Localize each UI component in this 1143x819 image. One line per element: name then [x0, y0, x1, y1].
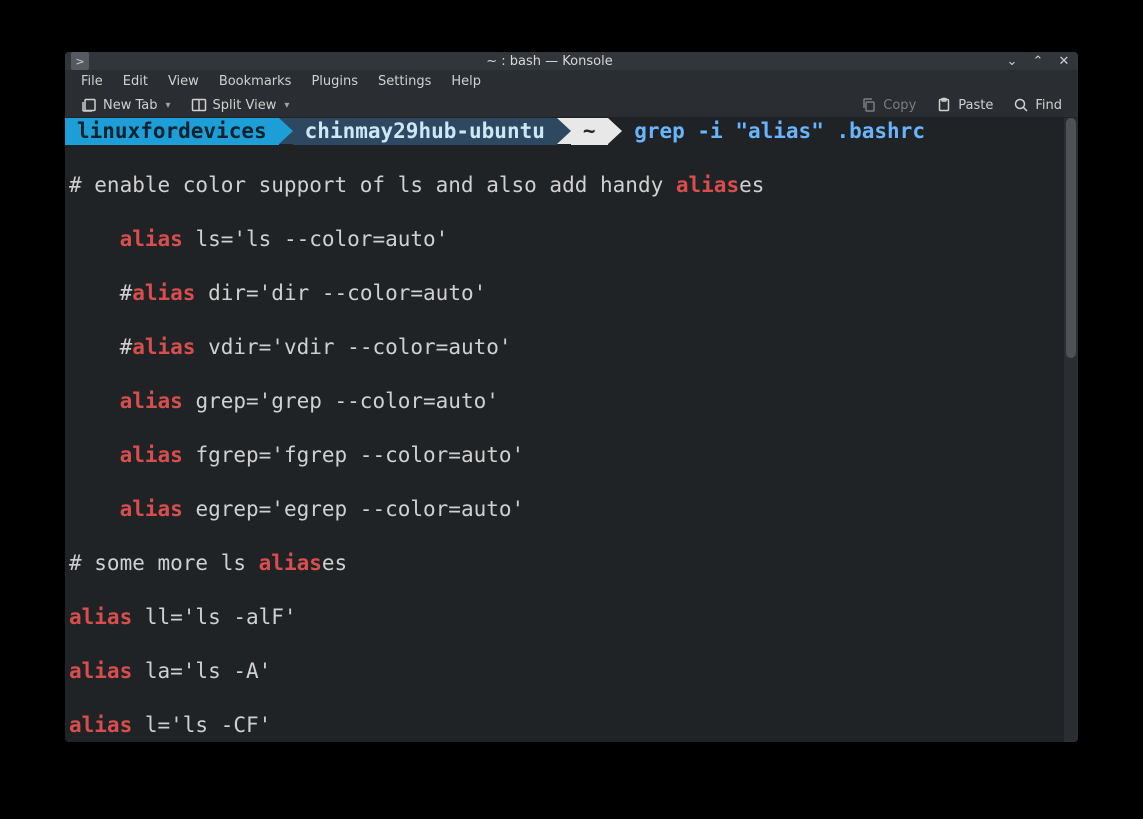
- menu-plugins[interactable]: Plugins: [301, 70, 368, 93]
- split-view-button[interactable]: Split View ▾: [183, 93, 298, 117]
- app-icon: >: [71, 52, 89, 70]
- terminal-area: linuxfordevices chinmay29hub-ubuntu ~ grep…: [65, 118, 1078, 742]
- output-text: l='ls -CF': [132, 713, 271, 737]
- grep-match: alias: [259, 551, 322, 575]
- output-text: la='ls -A': [132, 659, 271, 683]
- menu-settings[interactable]: Settings: [368, 70, 441, 93]
- prompt-host: chinmay29hub-ubuntu: [293, 118, 557, 145]
- grep-match: alias: [120, 389, 183, 413]
- minimize-button[interactable]: ⌄: [1004, 54, 1020, 69]
- grep-match: alias: [132, 281, 195, 305]
- command-text: grep -i "alias" .bashrc: [634, 119, 925, 143]
- menubar: File Edit View Bookmarks Plugins Setting…: [65, 70, 1078, 93]
- output-text: # some more ls: [69, 551, 259, 575]
- copy-button[interactable]: Copy: [853, 93, 924, 117]
- menu-file[interactable]: File: [71, 70, 113, 93]
- grep-match: alias: [120, 227, 183, 251]
- menu-edit[interactable]: Edit: [113, 70, 158, 93]
- output-text: [69, 227, 120, 251]
- search-icon: [1013, 97, 1029, 113]
- menu-view[interactable]: View: [158, 70, 209, 93]
- output-text: es: [322, 551, 347, 575]
- grep-match: alias: [120, 443, 183, 467]
- scrollbar[interactable]: [1064, 118, 1078, 742]
- copy-label: Copy: [883, 98, 916, 113]
- prompt-user: linuxfordevices: [65, 118, 279, 145]
- output-text: dir='dir --color=auto': [195, 281, 486, 305]
- window-controls: ⌄ ⌃ ✕: [1004, 54, 1072, 69]
- maximize-button[interactable]: ⌃: [1030, 54, 1046, 69]
- copy-icon: [861, 97, 877, 113]
- grep-match: alias: [132, 335, 195, 359]
- new-tab-icon: [81, 97, 97, 113]
- paste-icon: [936, 97, 952, 113]
- prompt: linuxfordevices chinmay29hub-ubuntu ~: [65, 118, 622, 145]
- menu-bookmarks[interactable]: Bookmarks: [209, 70, 302, 93]
- output-text: [69, 443, 120, 467]
- output-text: ls='ls --color=auto': [183, 227, 449, 251]
- split-view-icon: [191, 97, 207, 113]
- paste-button[interactable]: Paste: [928, 93, 1001, 117]
- output-text: es: [739, 173, 764, 197]
- new-tab-button[interactable]: New Tab ▾: [73, 93, 179, 117]
- grep-match: alias: [69, 713, 132, 737]
- scrollbar-thumb[interactable]: [1066, 118, 1076, 358]
- find-label: Find: [1035, 98, 1062, 113]
- grep-match: alias: [69, 659, 132, 683]
- menu-help[interactable]: Help: [441, 70, 491, 93]
- toolbar: New Tab ▾ Split View ▾ Copy Paste Find: [65, 93, 1078, 118]
- output-text: [69, 497, 120, 521]
- close-button[interactable]: ✕: [1056, 54, 1072, 69]
- output-text: grep='grep --color=auto': [183, 389, 499, 413]
- new-tab-label: New Tab: [103, 98, 158, 113]
- output-text: egrep='egrep --color=auto': [183, 497, 524, 521]
- prompt-path: ~: [571, 118, 608, 145]
- output-text: [69, 389, 120, 413]
- window-title: ~ : bash — Konsole: [95, 54, 1004, 69]
- grep-match: alias: [120, 497, 183, 521]
- output-text: #: [69, 281, 132, 305]
- grep-match: alias: [676, 173, 739, 197]
- konsole-window: > ~ : bash — Konsole ⌄ ⌃ ✕ File Edit Vie…: [65, 52, 1078, 742]
- output-text: vdir='vdir --color=auto': [195, 335, 511, 359]
- titlebar: > ~ : bash — Konsole ⌄ ⌃ ✕: [65, 52, 1078, 70]
- paste-label: Paste: [958, 98, 993, 113]
- find-button[interactable]: Find: [1005, 93, 1070, 117]
- output-text: #: [69, 335, 132, 359]
- output-text: # enable color support of ls and also ad…: [69, 173, 676, 197]
- output-text: ll='ls -alF': [132, 605, 296, 629]
- split-view-label: Split View: [213, 98, 277, 113]
- terminal[interactable]: linuxfordevices chinmay29hub-ubuntu ~ grep…: [65, 118, 1064, 742]
- grep-match: alias: [69, 605, 132, 629]
- chevron-down-icon: ▾: [284, 100, 289, 111]
- chevron-down-icon: ▾: [166, 100, 171, 111]
- output-text: fgrep='fgrep --color=auto': [183, 443, 524, 467]
